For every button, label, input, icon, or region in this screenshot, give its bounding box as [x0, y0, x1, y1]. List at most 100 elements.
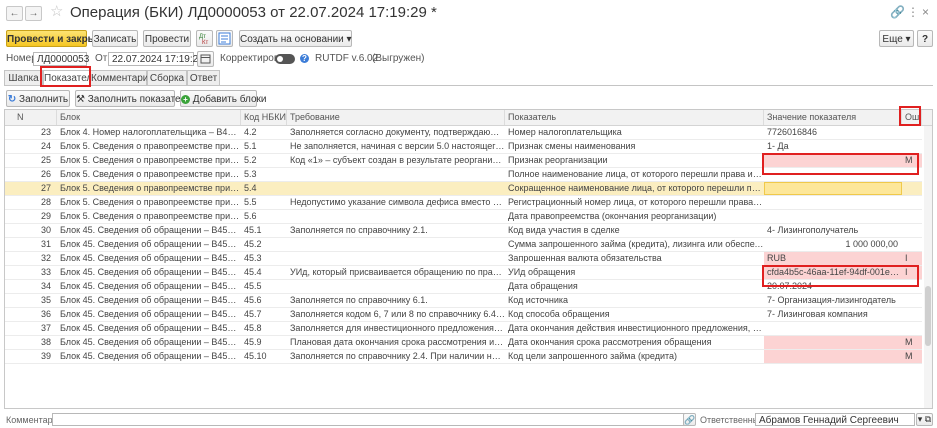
indicator-cell[interactable]: УИд обращения: [505, 266, 764, 279]
fill-indicators-button[interactable]: ⚒ Заполнить показатели: [75, 90, 192, 107]
table-row[interactable]: 36 Блок 45. Сведения об обращении – B45_A…: [5, 308, 922, 322]
indicator-cell[interactable]: Полное наименование лица, от которого пе…: [505, 168, 764, 181]
indicator-cell[interactable]: Дата окончания срока рассмотрения обраще…: [505, 336, 764, 349]
error-cell[interactable]: М: [902, 154, 922, 167]
indicator-cell[interactable]: Номер налогоплательщика: [505, 126, 764, 139]
error-cell[interactable]: М: [902, 350, 922, 363]
row-number[interactable]: 30: [5, 224, 57, 237]
block-cell[interactable]: Блок 45. Сведения об обращении – B45_APP…: [57, 266, 241, 279]
block-cell[interactable]: Блок 45. Сведения об обращении – B45_APP…: [57, 336, 241, 349]
responsible-field[interactable]: Абрамов Геннадий Сергеевич: [755, 413, 915, 426]
indicator-cell[interactable]: Регистрационный номер лица, от которого …: [505, 196, 764, 209]
row-number[interactable]: 39: [5, 350, 57, 363]
col-value[interactable]: Значение показателя: [764, 110, 902, 125]
table-row[interactable]: 26 Блок 5. Сведения о правопреемстве при …: [5, 168, 922, 182]
code-cell[interactable]: 45.8: [241, 322, 287, 335]
indicator-cell[interactable]: Запрошенная валюта обязательства: [505, 252, 764, 265]
code-cell[interactable]: 4.2: [241, 126, 287, 139]
code-cell[interactable]: 45.5: [241, 280, 287, 293]
more-button[interactable]: Еще ▾: [879, 30, 914, 47]
help-button[interactable]: ?: [917, 30, 933, 47]
code-cell[interactable]: 5.4: [241, 182, 287, 195]
value-cell[interactable]: [764, 154, 902, 167]
table-row[interactable]: 25 Блок 5. Сведения о правопреемстве при …: [5, 154, 922, 168]
table-row[interactable]: 31 Блок 45. Сведения об обращении – B45_A…: [5, 238, 922, 252]
requirement-cell[interactable]: [287, 168, 505, 181]
value-cell[interactable]: 1 000 000,00: [764, 238, 902, 251]
indicator-cell[interactable]: Сумма запрошенного займа (кредита), лизи…: [505, 238, 764, 251]
col-error[interactable]: Ош.: [902, 110, 922, 125]
row-number[interactable]: 26: [5, 168, 57, 181]
value-cell[interactable]: [764, 196, 902, 209]
requirement-cell[interactable]: Недопустимо указание символа дефиса вмес…: [287, 196, 505, 209]
code-cell[interactable]: 45.6: [241, 294, 287, 307]
value-cell[interactable]: [764, 182, 902, 195]
error-cell[interactable]: М: [902, 336, 922, 349]
row-number[interactable]: 36: [5, 308, 57, 321]
error-cell[interactable]: I: [902, 266, 922, 279]
row-number[interactable]: 38: [5, 336, 57, 349]
requirement-cell[interactable]: Заполняется по справочнику 2.4. При нали…: [287, 350, 505, 363]
comment-field[interactable]: [52, 413, 692, 426]
table-row[interactable]: 38 Блок 45. Сведения об обращении – B45_A…: [5, 336, 922, 350]
requirement-cell[interactable]: [287, 182, 505, 195]
row-number[interactable]: 34: [5, 280, 57, 293]
row-number[interactable]: 23: [5, 126, 57, 139]
block-cell[interactable]: Блок 4. Номер налогоплательщика – B4_TAX…: [57, 126, 241, 139]
code-cell[interactable]: 5.2: [241, 154, 287, 167]
code-cell[interactable]: 45.2: [241, 238, 287, 251]
block-cell[interactable]: Блок 5. Сведения о правопреемстве при ре…: [57, 140, 241, 153]
block-cell[interactable]: Блок 45. Сведения об обращении – B45_APP…: [57, 238, 241, 251]
table-row[interactable]: 28 Блок 5. Сведения о правопреемстве при …: [5, 196, 922, 210]
create-based-on-button[interactable]: Создать на основании ▾: [239, 30, 352, 47]
table-row[interactable]: 29 Блок 5. Сведения о правопреемстве при …: [5, 210, 922, 224]
report-structure-icon[interactable]: [216, 30, 233, 47]
value-cell[interactable]: 7- Лизинговая компания: [764, 308, 902, 321]
value-cell[interactable]: [764, 168, 902, 181]
row-number[interactable]: 29: [5, 210, 57, 223]
block-cell[interactable]: Блок 5. Сведения о правопреемстве при ре…: [57, 168, 241, 181]
scrollbar-thumb[interactable]: [925, 286, 931, 346]
value-cell[interactable]: 1- Да: [764, 140, 902, 153]
block-cell[interactable]: Блок 45. Сведения об обращении – B45_APP…: [57, 252, 241, 265]
calendar-icon[interactable]: [197, 51, 214, 67]
error-cell[interactable]: [902, 224, 922, 237]
tab-comment[interactable]: Комментарий: [90, 70, 154, 85]
indicator-cell[interactable]: Сокращенное наименование лица, от которо…: [505, 182, 764, 195]
indicator-cell[interactable]: Код цели запрошенного займа (кредита): [505, 350, 764, 363]
code-cell[interactable]: 45.4: [241, 266, 287, 279]
col-requirement[interactable]: Требование: [287, 110, 505, 125]
indicator-cell[interactable]: Дата окончания действия инвестиционного …: [505, 322, 764, 335]
table-row[interactable]: 27 Блок 5. Сведения о правопреемстве при …: [5, 182, 922, 196]
close-icon[interactable]: ×: [922, 4, 929, 20]
requirement-cell[interactable]: Заполняется по справочнику 2.1.: [287, 224, 505, 237]
error-cell[interactable]: [902, 182, 922, 195]
code-cell[interactable]: 5.3: [241, 168, 287, 181]
value-cell[interactable]: RUB: [764, 252, 902, 265]
table-row[interactable]: 34 Блок 45. Сведения об обращении – B45_A…: [5, 280, 922, 294]
error-cell[interactable]: [902, 168, 922, 181]
error-cell[interactable]: I: [902, 252, 922, 265]
code-cell[interactable]: 5.5: [241, 196, 287, 209]
row-number[interactable]: 24: [5, 140, 57, 153]
value-cell[interactable]: [764, 210, 902, 223]
code-cell[interactable]: 5.1: [241, 140, 287, 153]
tab-indicators[interactable]: Показатели: [43, 70, 98, 86]
requirement-cell[interactable]: [287, 210, 505, 223]
value-cell[interactable]: 20.07.2024: [764, 280, 902, 293]
chevron-down-icon[interactable]: ▾ ⧉: [916, 413, 933, 426]
help-question-icon[interactable]: ?: [300, 54, 309, 63]
indicator-cell[interactable]: Признак реорганизации: [505, 154, 764, 167]
col-n[interactable]: N: [5, 110, 57, 125]
row-number[interactable]: 35: [5, 294, 57, 307]
error-cell[interactable]: [902, 196, 922, 209]
block-cell[interactable]: Блок 45. Сведения об обращении – B45_APP…: [57, 280, 241, 293]
value-cell[interactable]: [764, 350, 902, 363]
requirement-cell[interactable]: Заполняется согласно документу, подтверж…: [287, 126, 505, 139]
block-cell[interactable]: Блок 5. Сведения о правопреемстве при ре…: [57, 182, 241, 195]
requirement-cell[interactable]: Плановая дата окончания срока рассмотрен…: [287, 336, 505, 349]
block-cell[interactable]: Блок 5. Сведения о правопреемстве при ре…: [57, 196, 241, 209]
number-field[interactable]: ЛД0000053: [33, 52, 89, 66]
indicator-cell[interactable]: Код вида участия в сделке: [505, 224, 764, 237]
row-number[interactable]: 37: [5, 322, 57, 335]
